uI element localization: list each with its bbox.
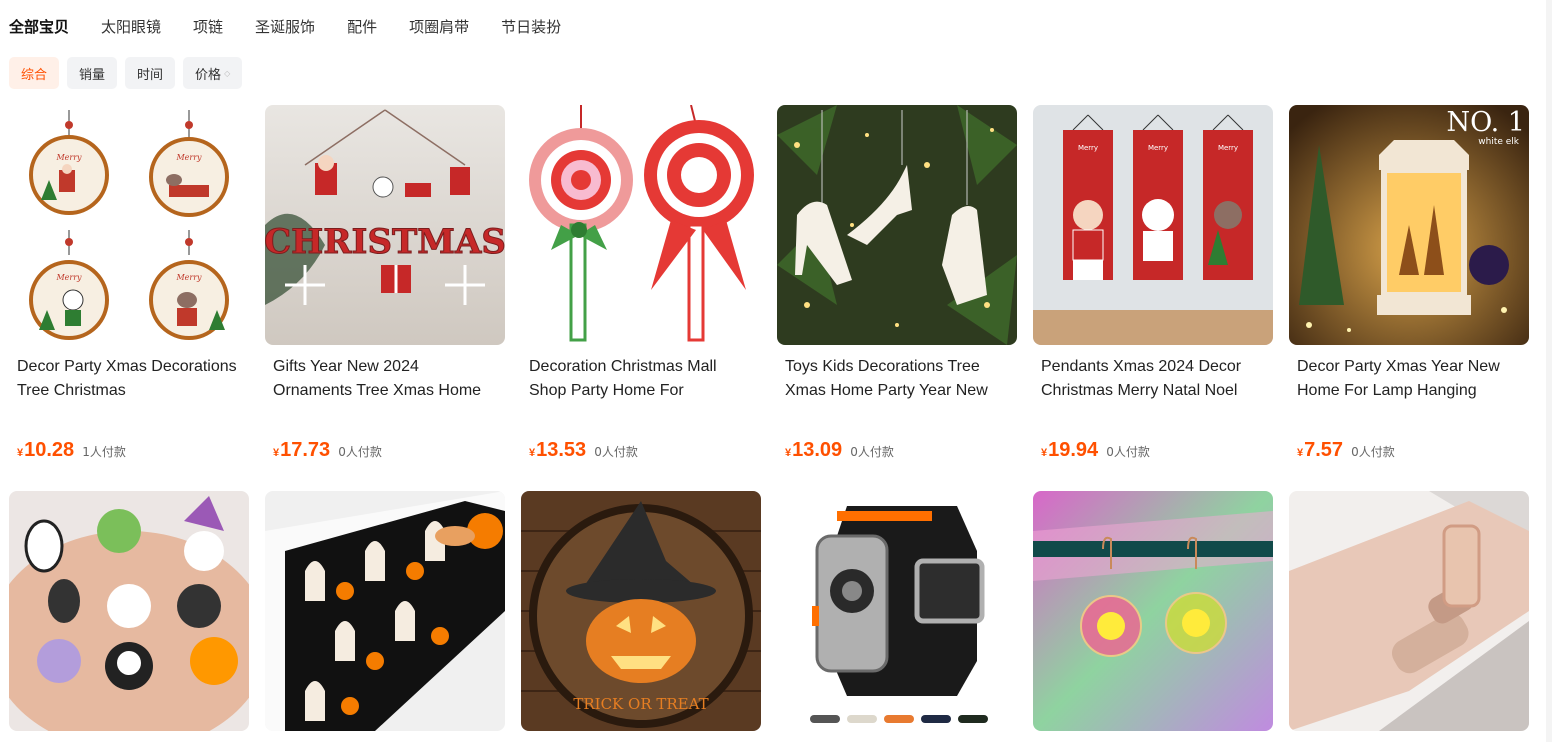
- scrollbar[interactable]: [1546, 0, 1552, 742]
- merry-text: Merry: [175, 273, 202, 282]
- product-image[interactable]: Merry Merry Merry: [1033, 105, 1273, 345]
- product-card[interactable]: [1033, 491, 1273, 731]
- product-price: 19.94: [1048, 439, 1099, 461]
- product-image[interactable]: Merry Merry Merry: [9, 105, 249, 345]
- currency-symbol: ¥: [17, 447, 24, 459]
- product-card[interactable]: CHRISTMAS Gifts Year New 2024 Ornaments …: [265, 105, 505, 462]
- pumpkin-sign-image: TRICK OR TREAT: [521, 491, 761, 731]
- table-runner-image: [265, 491, 505, 731]
- chain-watch-band-image: [1289, 491, 1529, 731]
- tab-accessories[interactable]: 配件: [347, 16, 377, 37]
- currency-symbol: ¥: [273, 447, 280, 459]
- merry-text: Merry: [1148, 144, 1168, 152]
- sort-price-label: 价格: [195, 67, 222, 83]
- tab-all-items[interactable]: 全部宝贝: [9, 16, 69, 37]
- sold-count: 0人付款: [850, 445, 894, 459]
- merry-text: Merry: [1078, 144, 1098, 152]
- currency-symbol: ¥: [785, 447, 792, 459]
- white-elk-badge: white elk: [1478, 137, 1519, 147]
- product-image[interactable]: [9, 491, 249, 731]
- sold-count: 0人付款: [338, 445, 382, 459]
- tab-christmas-apparel[interactable]: 圣诞服饰: [255, 16, 315, 37]
- product-price: 10.28: [24, 439, 75, 461]
- merry-text: Merry: [55, 273, 82, 282]
- product-card[interactable]: [265, 491, 505, 731]
- sort-price-button[interactable]: 价格 ◇: [183, 57, 243, 89]
- product-title[interactable]: Gifts Year New 2024 Ornaments Tree Xmas …: [273, 355, 497, 403]
- tab-necklace[interactable]: 项链: [193, 16, 223, 37]
- product-card[interactable]: NO. 1 white elk Decor Party Xmas Year Ne…: [1289, 105, 1529, 462]
- christmas-sign-text: CHRISTMAS: [265, 222, 505, 262]
- sold-count: 0人付款: [594, 445, 638, 459]
- product-image[interactable]: CHRISTMAS: [265, 105, 505, 345]
- product-card[interactable]: Toys Kids Decorations Tree Xmas Home Par…: [777, 105, 1017, 462]
- price-row: ¥ 13.09 0人付款: [785, 439, 1017, 462]
- sort-arrow-icon: ◇: [224, 68, 231, 78]
- trick-or-treat-text: TRICK OR TREAT: [573, 695, 708, 713]
- lollipop-ornaments-image: [521, 105, 761, 345]
- price-row: ¥ 17.73 0人付款: [273, 439, 505, 462]
- product-card[interactable]: TRICK OR TREAT: [521, 491, 761, 731]
- sort-sales-button[interactable]: 销量: [67, 57, 118, 89]
- sold-count: 0人付款: [1106, 445, 1150, 459]
- price-row: ¥ 19.94 0人付款: [1041, 439, 1273, 462]
- product-image[interactable]: NO. 1 white elk: [1289, 105, 1529, 345]
- sort-time-button[interactable]: 时间: [125, 57, 176, 89]
- price-row: ¥ 10.28 1人付款: [17, 439, 249, 462]
- product-card[interactable]: [9, 491, 249, 731]
- product-price: 13.53: [536, 439, 587, 461]
- product-price: 17.73: [280, 439, 331, 461]
- currency-symbol: ¥: [1297, 447, 1304, 459]
- product-image[interactable]: [1289, 491, 1529, 731]
- sort-comprehensive-button[interactable]: 综合: [9, 57, 60, 89]
- product-card[interactable]: [1289, 491, 1529, 731]
- product-image[interactable]: [777, 105, 1017, 345]
- christmas-sign-image: CHRISTMAS: [265, 105, 505, 345]
- product-title[interactable]: Toys Kids Decorations Tree Xmas Home Par…: [785, 355, 1009, 403]
- product-price: 13.09: [792, 439, 843, 461]
- price-row: ¥ 13.53 0人付款: [529, 439, 761, 462]
- product-image[interactable]: [777, 491, 1017, 731]
- sold-count: 1人付款: [82, 445, 126, 459]
- glowing-earrings-image: [1033, 491, 1273, 731]
- product-card[interactable]: Decoration Christmas Mall Shop Party Hom…: [521, 105, 761, 462]
- merry-text: Merry: [55, 153, 82, 162]
- high-heel-ornaments-image: [777, 105, 1017, 345]
- product-image[interactable]: TRICK OR TREAT: [521, 491, 761, 731]
- merry-text: Merry: [175, 153, 202, 162]
- product-price: 7.57: [1304, 439, 1344, 461]
- price-row: ¥ 7.57 0人付款: [1297, 439, 1529, 462]
- sold-count: 0人付款: [1351, 445, 1395, 459]
- product-image[interactable]: [1033, 491, 1273, 731]
- currency-symbol: ¥: [529, 447, 536, 459]
- product-title[interactable]: Decor Party Xmas Decorations Tree Christ…: [17, 355, 241, 403]
- tab-sunglasses[interactable]: 太阳眼镜: [101, 16, 161, 37]
- product-title[interactable]: Decor Party Xmas Year New Home For Lamp …: [1297, 355, 1521, 403]
- product-image[interactable]: [265, 491, 505, 731]
- product-title[interactable]: Pendants Xmas 2024 Decor Christmas Merry…: [1041, 355, 1265, 403]
- halloween-charms-image: [9, 491, 249, 731]
- product-card[interactable]: Merry Merry Merry Pendants Xmas 2024 Dec…: [1033, 105, 1273, 462]
- christmas-banners-image: Merry Merry Merry: [1033, 105, 1273, 345]
- wooden-ornaments-image: Merry Merry Merry Merry: [9, 105, 249, 345]
- category-tabs: 全部宝贝 太阳眼镜 项链 圣诞服饰 配件 项圈肩带 节日装扮: [9, 14, 593, 38]
- tab-holiday-costume[interactable]: 节日装扮: [501, 16, 561, 37]
- product-image[interactable]: [521, 105, 761, 345]
- merry-text: Merry: [1218, 144, 1238, 152]
- tab-collar-straps[interactable]: 项圈肩带: [409, 16, 469, 37]
- watch-band-image: [777, 491, 1017, 731]
- currency-symbol: ¥: [1041, 447, 1048, 459]
- product-card[interactable]: Merry Merry Merry Merry Decor Party Xmas…: [9, 105, 249, 462]
- no1-badge: NO. 1: [1446, 107, 1525, 138]
- sort-bar: 综合 销量 时间 价格 ◇: [9, 57, 250, 89]
- product-card[interactable]: [777, 491, 1017, 731]
- product-title[interactable]: Decoration Christmas Mall Shop Party Hom…: [529, 355, 753, 403]
